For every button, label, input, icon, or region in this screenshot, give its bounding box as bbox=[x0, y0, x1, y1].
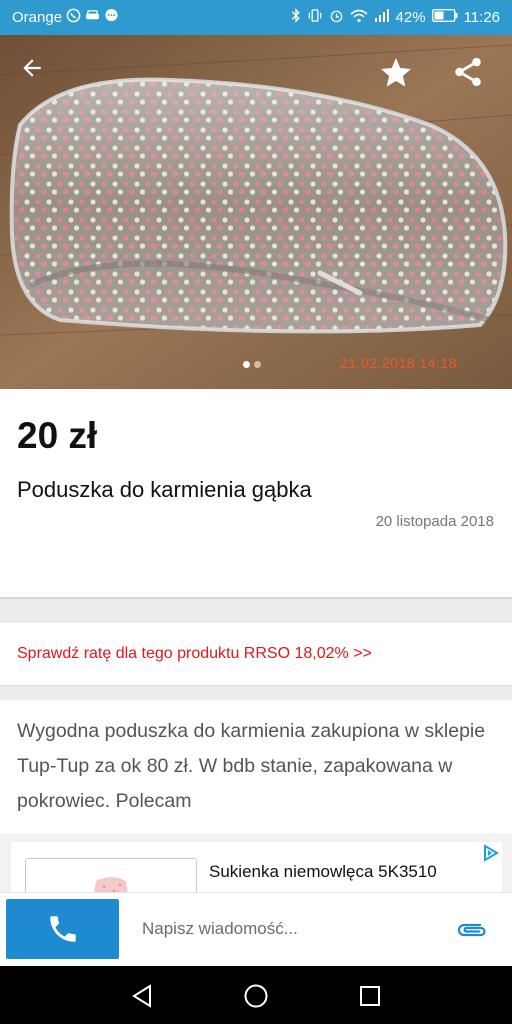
battery-percent: 42% bbox=[395, 8, 426, 26]
favorite-button[interactable] bbox=[378, 55, 418, 95]
share-button[interactable] bbox=[451, 55, 491, 95]
nav-recent-button[interactable] bbox=[354, 980, 386, 1012]
phone-icon bbox=[49, 916, 76, 942]
ad-banner[interactable]: Sukienka niemowlęca 5K3510 bbox=[0, 833, 512, 893]
battery-icon bbox=[431, 8, 458, 25]
share-icon bbox=[455, 57, 481, 87]
signal-icon bbox=[374, 9, 390, 25]
ad-card[interactable]: Sukienka niemowlęca 5K3510 bbox=[11, 842, 502, 893]
ad-image[interactable] bbox=[25, 858, 197, 893]
product-photo bbox=[0, 35, 512, 389]
listing-description: Wygodna poduszka do karmienia zakupiona … bbox=[17, 720, 486, 812]
ad-choices-button[interactable] bbox=[481, 844, 501, 867]
system-nav-bar bbox=[0, 966, 512, 1024]
section-divider bbox=[0, 685, 512, 700]
back-button[interactable] bbox=[19, 55, 59, 95]
carrier-label: Orange bbox=[12, 8, 63, 26]
listing-date: 20 listopada 2018 bbox=[375, 513, 494, 530]
chat-bubble-icon bbox=[104, 8, 119, 26]
arrow-left-icon bbox=[23, 59, 41, 77]
car-icon bbox=[85, 9, 100, 25]
section-divider bbox=[0, 597, 512, 623]
wifi-icon bbox=[350, 9, 368, 26]
star-icon bbox=[381, 58, 411, 87]
contact-bar bbox=[0, 892, 512, 967]
attach-button[interactable] bbox=[454, 913, 490, 947]
dress-thumbnail bbox=[94, 877, 128, 893]
nav-back-button[interactable] bbox=[126, 980, 158, 1012]
product-image-gallery[interactable]: 21.02.2018 14:18 bbox=[0, 35, 512, 389]
vibrate-icon bbox=[307, 8, 323, 26]
paperclip-icon bbox=[457, 923, 486, 937]
ad-choices-icon bbox=[484, 844, 499, 862]
listing-title: Poduszka do karmienia gąbka bbox=[17, 477, 312, 502]
alarm-icon bbox=[329, 8, 344, 26]
pager-dot bbox=[243, 361, 250, 368]
bluetooth-icon bbox=[291, 8, 301, 26]
nav-home-button[interactable] bbox=[240, 980, 272, 1012]
square-recent-icon bbox=[360, 986, 380, 1006]
ad-title[interactable]: Sukienka niemowlęca 5K3510 bbox=[209, 862, 437, 882]
circle-home-icon bbox=[244, 984, 268, 1008]
whatsapp-icon bbox=[66, 8, 81, 26]
photo-datestamp: 21.02.2018 14:18 bbox=[340, 355, 457, 371]
triangle-back-icon bbox=[132, 984, 151, 1008]
status-bar: Orange 42% 11:26 bbox=[0, 0, 512, 35]
pager-dot bbox=[254, 361, 261, 368]
clock: 11:26 bbox=[463, 8, 500, 26]
call-button[interactable] bbox=[6, 899, 119, 959]
image-pager-indicator bbox=[243, 361, 261, 368]
message-input[interactable] bbox=[130, 909, 464, 949]
listing-price: 20 zł bbox=[17, 415, 98, 456]
installment-link[interactable]: Sprawdź ratę dla tego produktu RRSO 18,0… bbox=[17, 645, 372, 663]
